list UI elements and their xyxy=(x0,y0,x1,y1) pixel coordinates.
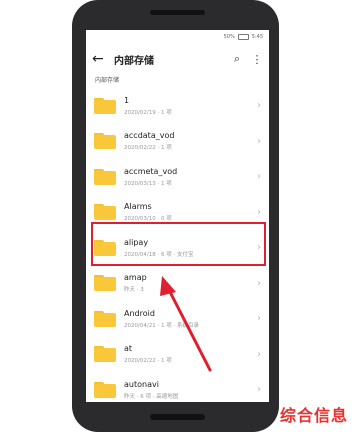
annotation-arrow xyxy=(160,276,212,372)
watermark-text: 综合信息 xyxy=(279,406,348,425)
